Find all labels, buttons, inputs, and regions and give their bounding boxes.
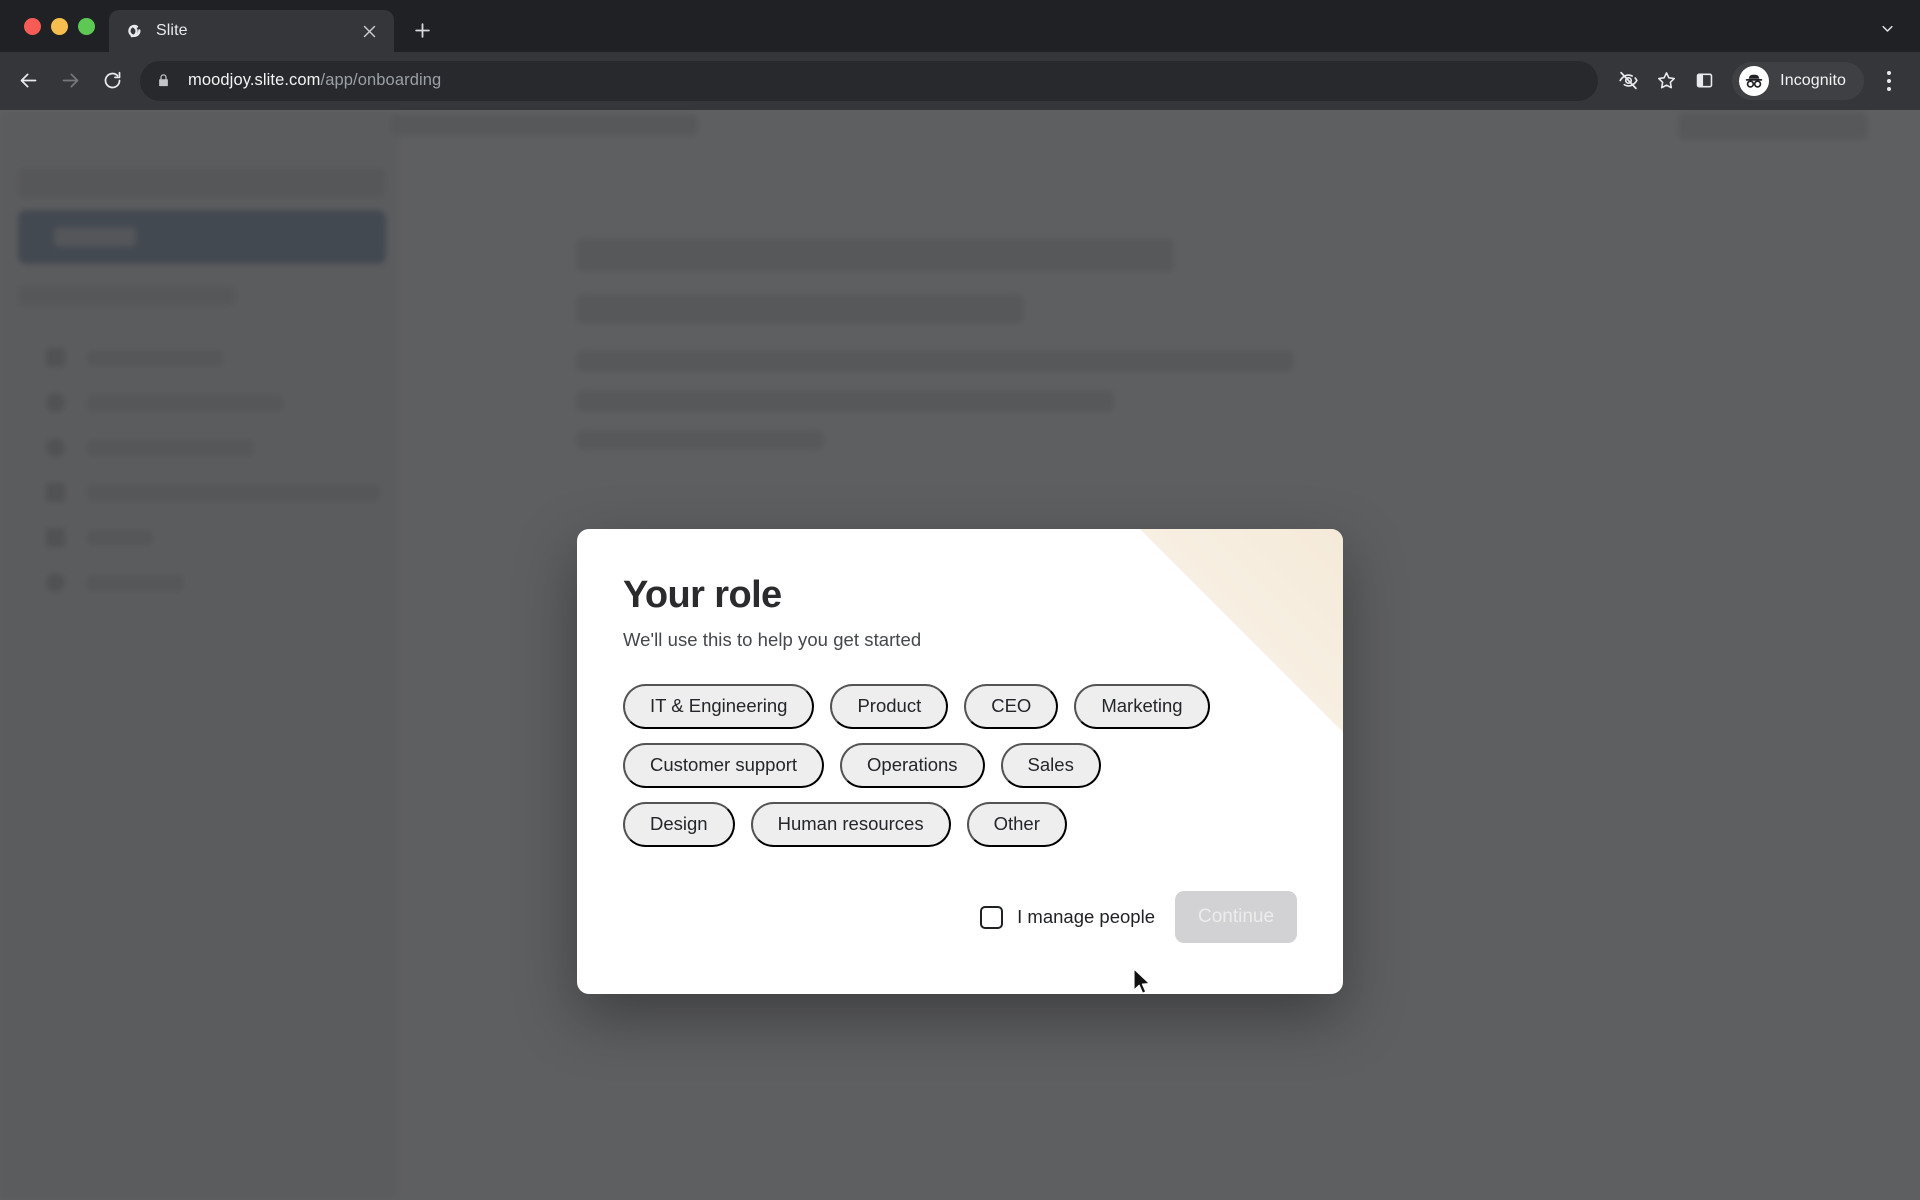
close-tab-button[interactable] <box>356 18 382 44</box>
tab-search-chevron-down-icon[interactable] <box>1872 13 1902 43</box>
url-text: moodjoy.slite.com/app/onboarding <box>188 71 441 90</box>
role-chip-sales[interactable]: Sales <box>1000 742 1101 788</box>
role-chip-ceo[interactable]: CEO <box>964 683 1059 729</box>
modal-subtitle: We'll use this to help you get started <box>623 628 922 650</box>
browser-tab[interactable]: Slite <box>109 10 394 52</box>
role-chip-design[interactable]: Design <box>623 801 735 847</box>
star-icon[interactable] <box>1648 63 1684 99</box>
window-controls <box>14 0 109 52</box>
role-chip-it-engineering[interactable]: IT & Engineering <box>623 683 815 729</box>
manage-people-checkbox[interactable] <box>980 905 1004 929</box>
manage-people-label: I manage people <box>1017 906 1155 927</box>
browser-toolbar: moodjoy.slite.com/app/onboarding Incogni… <box>0 52 1920 110</box>
browser-window: Slite moodjoy.slite.com/app/onboarding I… <box>0 0 1920 1200</box>
modal-body: Your role We'll use this to help you get… <box>577 529 1343 847</box>
role-chip-group: IT & Engineering Product CEO Marketing C… <box>623 683 1223 847</box>
lock-icon <box>156 73 176 88</box>
forward-button[interactable] <box>50 61 90 101</box>
url-path: /app/onboarding <box>320 71 442 89</box>
eye-off-icon[interactable] <box>1610 63 1646 99</box>
maximize-window-button[interactable] <box>78 17 95 35</box>
close-window-button[interactable] <box>24 17 41 35</box>
tab-strip: Slite <box>0 0 1920 52</box>
role-chip-other[interactable]: Other <box>966 801 1067 847</box>
role-chip-product[interactable]: Product <box>830 683 949 729</box>
address-bar[interactable]: moodjoy.slite.com/app/onboarding <box>140 60 1599 101</box>
continue-button[interactable]: Continue <box>1175 891 1297 943</box>
page-viewport: Your role We'll use this to help you get… <box>0 110 1920 1200</box>
role-chip-operations[interactable]: Operations <box>840 742 985 788</box>
role-chip-customer-support[interactable]: Customer support <box>623 742 825 788</box>
side-panel-icon[interactable] <box>1686 63 1722 99</box>
tab-title: Slite <box>156 22 188 39</box>
url-host: moodjoy.slite.com <box>188 71 321 89</box>
slite-favicon <box>125 22 143 40</box>
profile-label: Incognito <box>1780 71 1846 89</box>
role-chip-human-resources[interactable]: Human resources <box>750 801 951 847</box>
back-button[interactable] <box>8 61 48 101</box>
modal-footer: I manage people Continue <box>577 866 1343 994</box>
manage-people-checkbox-row[interactable]: I manage people <box>980 905 1155 929</box>
three-dot-menu-icon[interactable] <box>1872 62 1906 100</box>
incognito-icon <box>1739 65 1770 96</box>
your-role-modal: Your role We'll use this to help you get… <box>577 529 1343 994</box>
new-tab-button[interactable] <box>404 12 440 48</box>
minimize-window-button[interactable] <box>51 17 68 35</box>
role-chip-marketing[interactable]: Marketing <box>1074 683 1210 729</box>
profile-incognito-badge[interactable]: Incognito <box>1732 61 1864 100</box>
reload-button[interactable] <box>92 61 132 101</box>
modal-title: Your role <box>623 574 782 616</box>
